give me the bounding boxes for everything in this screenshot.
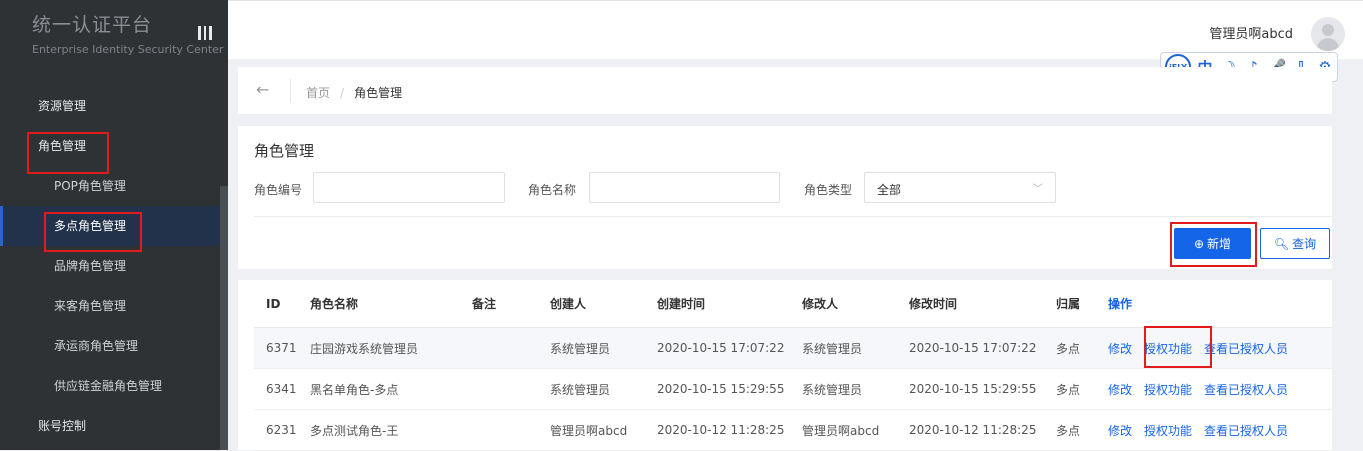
divider [254, 216, 1332, 217]
cell-creator: 系统管理员 [550, 327, 657, 369]
cell-actions: 修改 授权功能 查看已授权人员 [1108, 327, 1332, 369]
role-name-input[interactable] [589, 172, 780, 203]
app-title: 统一认证平台 [32, 14, 153, 36]
page-title: 角色管理 [254, 142, 315, 160]
divider [290, 79, 291, 103]
cell-note [472, 327, 550, 369]
back-arrow-icon[interactable]: ← [256, 80, 269, 99]
cell-actions: 修改 授权功能 查看已授权人员 [1108, 409, 1332, 451]
cell-modifier: 系统管理员 [802, 368, 909, 410]
view-authorized-link[interactable]: 查看已授权人员 [1204, 342, 1288, 356]
cell-owner: 多点 [1056, 409, 1108, 451]
cell-created-time: 2020-10-15 15:29:55 [657, 368, 802, 410]
breadcrumb-current: 角色管理 [354, 86, 403, 100]
cell-name: 黑名单角色-多点 [310, 368, 472, 410]
cell-created-time: 2020-10-12 11:28:25 [657, 409, 802, 451]
breadcrumb-separator: / [340, 86, 345, 100]
add-button-label: 新增 [1207, 237, 1232, 251]
table-row: 6231 多点测试角色-王 管理员啊abcd 2020-10-12 11:28:… [254, 409, 1332, 451]
search-icon: 🔍︎ [1273, 236, 1290, 251]
cell-name: 多点测试角色-王 [310, 409, 472, 451]
filter-panel: 角色管理 角色编号 角色名称 角色类型 全部 ﹀ ⊕ 新增 🔍︎ 查询 [238, 126, 1332, 269]
role-type-value: 全部 [877, 183, 902, 197]
query-button[interactable]: 🔍︎ 查询 [1260, 228, 1330, 259]
col-modifier: 修改人 [802, 280, 909, 328]
sidebar-item-account[interactable]: 账号控制 [0, 406, 220, 446]
sidebar: 统一认证平台 Enterprise Identity Security Cent… [0, 0, 228, 450]
role-id-input[interactable] [313, 172, 505, 203]
breadcrumb: 首页 / 角色管理 [306, 84, 402, 101]
edit-link[interactable]: 修改 [1108, 424, 1132, 438]
col-name: 角色名称 [310, 280, 472, 328]
cell-note [472, 368, 550, 410]
role-table: ID 角色名称 备注 创建人 创建时间 修改人 修改时间 归属 操作 6371 … [254, 280, 1332, 451]
sidebar-item-duodian-role[interactable]: 多点角色管理 [0, 206, 220, 246]
cell-id: 6371 [254, 327, 310, 369]
edit-link[interactable]: 修改 [1108, 342, 1132, 356]
sidebar-item-role[interactable]: 角色管理 [0, 126, 220, 166]
sidebar-item-finance-role[interactable]: 供应链金融角色管理 [0, 366, 220, 406]
cell-modified-time: 2020-10-12 11:28:25 [909, 409, 1056, 451]
col-creator: 创建人 [550, 280, 657, 328]
grant-link[interactable]: 授权功能 [1144, 342, 1192, 356]
breadcrumb-bar: ← 首页 / 角色管理 [238, 67, 1332, 114]
grant-link[interactable]: 授权功能 [1144, 383, 1192, 397]
sidebar-item-brand-role[interactable]: 品牌角色管理 [0, 246, 220, 286]
top-header: 管理员啊abcd [228, 0, 1363, 59]
menu-toggle-icon[interactable] [198, 26, 213, 40]
sidebar-item-pop-role[interactable]: POP角色管理 [0, 166, 220, 206]
col-actions: 操作 [1108, 280, 1332, 328]
add-button[interactable]: ⊕ 新增 [1174, 228, 1251, 259]
cell-modifier: 管理员啊abcd [802, 409, 909, 451]
cell-note [472, 409, 550, 451]
role-type-label: 角色类型 [804, 183, 853, 197]
view-authorized-link[interactable]: 查看已授权人员 [1204, 424, 1288, 438]
col-owner: 归属 [1056, 280, 1108, 328]
cell-name: 庄园游戏系统管理员 [310, 327, 472, 369]
app-subtitle: Enterprise Identity Security Center [32, 43, 224, 56]
table-row: 6341 黑名单角色-多点 系统管理员 2020-10-15 15:29:55 … [254, 368, 1332, 410]
role-type-select[interactable]: 全部 ﹀ [864, 172, 1056, 203]
cell-id: 6341 [254, 368, 310, 410]
cell-modified-time: 2020-10-15 17:07:22 [909, 327, 1056, 369]
query-button-label: 查询 [1292, 237, 1317, 251]
role-table-panel: ID 角色名称 备注 创建人 创建时间 修改人 修改时间 归属 操作 6371 … [238, 280, 1332, 451]
cell-id: 6231 [254, 409, 310, 451]
col-note: 备注 [472, 280, 550, 328]
cell-modified-time: 2020-10-15 15:29:55 [909, 368, 1056, 410]
sidebar-menu: 资源管理 角色管理 POP角色管理 多点角色管理 品牌角色管理 来客角色管理 承… [0, 86, 220, 446]
avatar[interactable] [1311, 17, 1345, 51]
cell-modifier: 系统管理员 [802, 327, 909, 369]
sidebar-item-resource[interactable]: 资源管理 [0, 86, 220, 126]
edit-link[interactable]: 修改 [1108, 383, 1132, 397]
user-name[interactable]: 管理员啊abcd [1209, 23, 1293, 42]
chevron-down-icon: ﹀ [1033, 184, 1043, 195]
cell-owner: 多点 [1056, 327, 1108, 369]
sidebar-item-carrier-role[interactable]: 承运商角色管理 [0, 326, 220, 366]
brand: 统一认证平台 Enterprise Identity Security Cent… [32, 10, 223, 56]
plus-circle-icon: ⊕ [1193, 236, 1205, 251]
sidebar-item-guest-role[interactable]: 来客角色管理 [0, 286, 220, 326]
cell-created-time: 2020-10-15 17:07:22 [657, 327, 802, 369]
grant-link[interactable]: 授权功能 [1144, 424, 1192, 438]
cell-creator: 管理员啊abcd [550, 409, 657, 451]
role-name-label: 角色名称 [528, 183, 577, 197]
cell-actions: 修改 授权功能 查看已授权人员 [1108, 368, 1332, 410]
role-id-label: 角色编号 [254, 183, 303, 197]
view-authorized-link[interactable]: 查看已授权人员 [1204, 383, 1288, 397]
breadcrumb-home[interactable]: 首页 [306, 86, 330, 100]
col-created-time: 创建时间 [657, 280, 802, 328]
cell-owner: 多点 [1056, 368, 1108, 410]
sidebar-scrollbar[interactable] [220, 186, 228, 450]
cell-creator: 系统管理员 [550, 368, 657, 410]
col-id: ID [254, 280, 310, 328]
table-row: 6371 庄园游戏系统管理员 系统管理员 2020-10-15 17:07:22… [254, 327, 1332, 369]
table-header-row: ID 角色名称 备注 创建人 创建时间 修改人 修改时间 归属 操作 [254, 280, 1332, 328]
col-modified-time: 修改时间 [909, 280, 1056, 328]
